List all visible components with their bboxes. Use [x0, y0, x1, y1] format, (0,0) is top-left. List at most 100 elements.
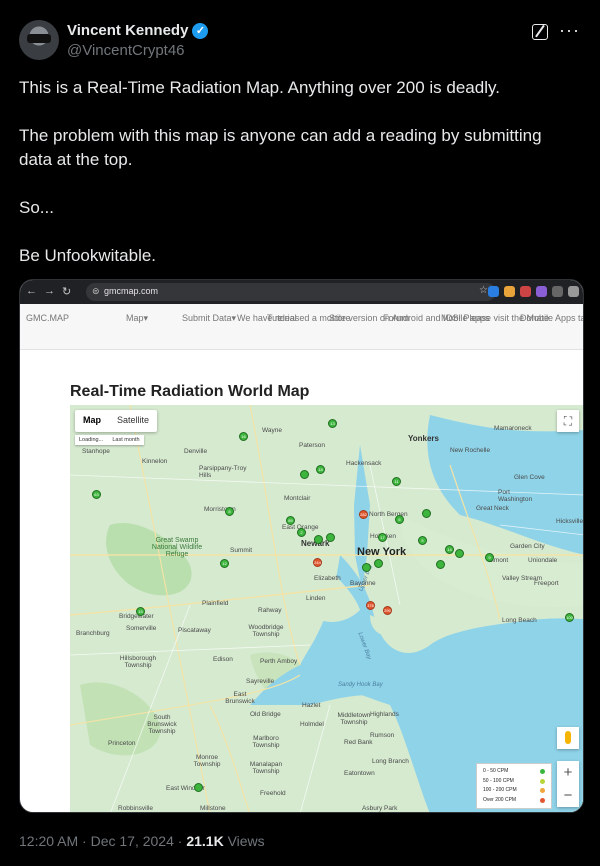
place-label: Plainfield [202, 600, 229, 607]
radiation-marker[interactable]: 6 [395, 515, 404, 524]
map-title: Real-Time Radiation World Map [70, 383, 310, 400]
place-label: Sayreville [246, 678, 275, 685]
place-label: Red Bank [344, 739, 373, 746]
place-label: Parsippany-Troy Hills [199, 465, 247, 479]
radiation-marker-high[interactable]: 282 [359, 510, 368, 519]
map-type-map-button[interactable]: Map [75, 410, 109, 432]
site-info-icon: ⊜ [92, 286, 100, 296]
place-label: Old Bridge [250, 711, 281, 718]
place-label: Hazlet [302, 702, 321, 709]
legend-dot-green-icon [540, 769, 545, 774]
radiation-marker[interactable] [455, 549, 464, 558]
map-base-graphic [70, 405, 583, 812]
grok-icon[interactable] [532, 24, 548, 40]
place-label: New York [357, 546, 407, 558]
tweet-timestamp[interactable]: 12:20 AM · Dec 17, 2024 · [19, 833, 186, 849]
radiation-marker[interactable]: 2 [297, 528, 306, 537]
place-label: Manalapan Township [249, 761, 283, 775]
place-label: Garden City [510, 543, 545, 550]
zoom-in-button[interactable]: + [557, 761, 579, 784]
radiation-marker[interactable]: 63 [92, 490, 101, 499]
profile-icon [568, 286, 579, 297]
radiation-marker[interactable]: 8 [225, 507, 234, 516]
street-view-pegman-icon[interactable] [557, 727, 579, 749]
radiation-marker[interactable]: 14 [445, 545, 454, 554]
more-options-icon[interactable]: ··· [559, 20, 580, 41]
place-label: Paterson [299, 442, 326, 449]
site-navbar: GMC.MAP Map▾ Submit Data▾ Tutorial Store… [20, 304, 583, 350]
site-notice: We have released a mobile version on And… [237, 313, 584, 323]
place-label: Mamaroneck [494, 425, 532, 432]
place-label: Robbinsville [118, 805, 154, 812]
radiation-marker[interactable] [374, 559, 383, 568]
legend-row: 100 - 200 CPM [483, 787, 545, 797]
legend-label: 100 - 200 CPM [483, 787, 517, 793]
place-label: Elizabeth [314, 575, 341, 582]
place-label: Sandy Hook Bay [338, 682, 383, 688]
radiation-marker[interactable] [314, 535, 323, 544]
back-icon: ← [26, 285, 37, 297]
place-label: Hicksville [556, 518, 584, 525]
views-label: Views [223, 833, 265, 849]
radiation-marker[interactable]: 18 [316, 465, 325, 474]
radiation-marker[interactable] [436, 560, 445, 569]
place-label: Denville [184, 448, 208, 455]
avatar[interactable] [19, 20, 59, 60]
verified-badge-icon[interactable]: ✓ [192, 22, 209, 39]
radiation-marker[interactable] [362, 563, 371, 572]
radiation-marker[interactable]: 13 [328, 419, 337, 428]
author-handle[interactable]: @VincentCrypt46 [67, 42, 185, 59]
legend-dot-lime-icon [540, 778, 545, 784]
place-label: Holmdel [300, 721, 324, 728]
tweet-media-image[interactable]: ← → ↻ ⊜ gmcmap.com ☆ GMC.MAP Map▾ Submit… [19, 279, 584, 813]
place-label: Marlboro Township [252, 735, 280, 749]
place-label: Freehold [260, 790, 286, 797]
tweet-paragraph: This is a Real-Time Radiation Map. Anyth… [19, 78, 500, 97]
legend-label: 0 - 50 CPM [483, 768, 509, 774]
address-bar: ⊜ gmcmap.com ☆ [86, 283, 496, 301]
radiation-marker-high[interactable]: 290 [383, 606, 392, 615]
place-label: Yonkers [408, 434, 439, 443]
radiation-marker[interactable] [422, 509, 431, 518]
radiation-marker[interactable]: 89 [286, 516, 295, 525]
last-month-filter[interactable]: Last month [112, 437, 139, 443]
radiation-marker-high[interactable]: 244 [313, 558, 322, 567]
radiation-marker[interactable]: 11 [392, 477, 401, 486]
tweet-paragraph: Be Unfookwitable. [19, 246, 157, 265]
tweet-paragraph: So... [19, 198, 54, 217]
extension-icon [504, 286, 515, 297]
view-count: 21.1K [186, 833, 224, 849]
place-label: Glen Cove [514, 474, 545, 481]
place-label: Rahway [258, 607, 282, 614]
map-type-satellite-button[interactable]: Satellite [109, 410, 157, 432]
radiation-marker[interactable]: 16 [239, 432, 248, 441]
place-label: Long Beach [502, 617, 537, 624]
place-label: Great Swamp National Wildlife Refuge [151, 537, 203, 558]
place-label: Eatontown [344, 770, 375, 777]
radiation-marker[interactable]: 12 [220, 559, 229, 568]
place-label: Summit [230, 547, 253, 554]
place-label: Asbury Park [362, 805, 398, 812]
zoom-out-button[interactable]: − [557, 784, 579, 807]
author-name[interactable]: Vincent Kennedy [67, 22, 188, 39]
place-label: Hillsborough Township [119, 655, 157, 669]
place-label: Somerville [126, 625, 157, 632]
place-label: Rumson [370, 732, 395, 739]
radiation-marker[interactable] [326, 533, 335, 542]
zoom-control: + − [557, 761, 579, 807]
nav-map: Map▾ [126, 313, 149, 323]
radiation-marker[interactable]: 17 [378, 533, 387, 542]
radiation-marker-high[interactable]: 378 [366, 601, 375, 610]
place-label: Kinnelon [142, 458, 168, 465]
place-label: Perth Amboy [260, 658, 298, 665]
radiation-marker[interactable]: 5 [418, 536, 427, 545]
legend-label: 50 - 100 CPM [483, 777, 514, 784]
radiation-marker[interactable] [300, 470, 309, 479]
place-label: Princeton [108, 740, 136, 747]
fullscreen-icon[interactable]: ⛶ [557, 410, 579, 432]
radiation-marker[interactable]: 100 [565, 613, 574, 622]
legend-dot-red-icon [540, 797, 545, 803]
radiation-marker[interactable] [194, 783, 203, 792]
radiation-marker[interactable]: 15 [136, 607, 145, 616]
radiation-marker[interactable]: 9 [485, 553, 494, 562]
